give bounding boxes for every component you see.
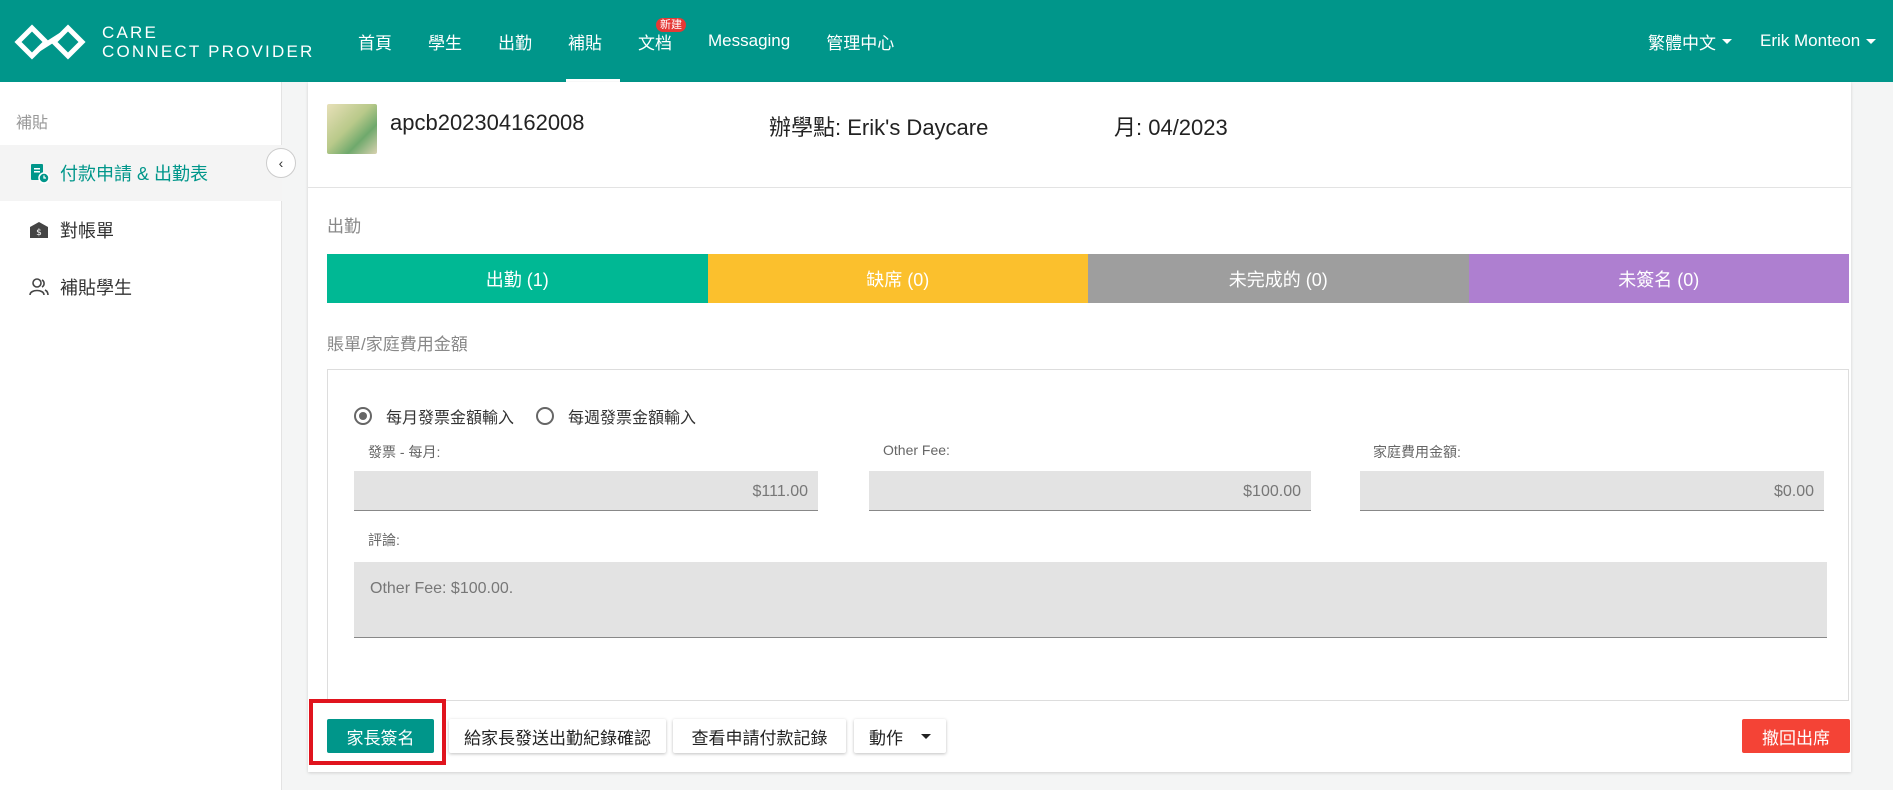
logo-mark-icon <box>14 24 86 60</box>
nav-subsidy-label: 補貼 <box>568 33 602 53</box>
new-badge: 新建 <box>656 18 686 32</box>
nav-admin[interactable]: 管理中心 <box>808 0 912 82</box>
sidebar-item-statements[interactable]: $ 對帳單 <box>0 202 282 258</box>
attendance-incomplete-tab[interactable]: 未完成的 (0) <box>1088 254 1469 303</box>
actions-dropdown-label: 動作 <box>869 728 903 748</box>
attendance-section-label: 出勤 <box>327 217 361 236</box>
comment-label: 評論: <box>368 532 400 548</box>
main-nav: 首頁 學生 出勤 補貼 文档 新建 Messaging 管理中心 <box>340 0 912 82</box>
sidebar-heading: 補貼 <box>16 115 49 132</box>
withdraw-attendance-button[interactable]: 撤回出席 <box>1742 719 1850 753</box>
caret-down-icon <box>1866 38 1877 44</box>
site-name: 辦學點: Erik's Daycare <box>769 115 989 140</box>
family-fee-label: 家庭費用金額: <box>1373 444 1461 460</box>
weekly-radio-label[interactable]: 每週發票金額輸入 <box>568 404 696 428</box>
users-icon <box>29 278 49 296</box>
sidebar: 補貼 付款申請 & 出勤表 $ 對帳單 補貼學生 <box>0 82 282 790</box>
record-month: 月: 04/2023 <box>1114 115 1228 140</box>
family-fee-field[interactable]: $0.00 <box>1360 471 1824 511</box>
clipboard-clock-icon <box>31 164 50 184</box>
attendance-absent-tab[interactable]: 缺席 (0) <box>707 254 1088 303</box>
sidebar-item-payment-requests[interactable]: 付款申請 & 出勤表 <box>0 145 282 201</box>
nav-attendance[interactable]: 出勤 <box>480 0 550 82</box>
sidebar-collapse-button[interactable]: ‹ <box>266 148 296 178</box>
language-label: 繁體中文 <box>1648 33 1716 53</box>
monthly-radio[interactable] <box>354 407 372 425</box>
monthly-radio-label[interactable]: 每月發票金額輸入 <box>386 404 514 428</box>
sidebar-item-label: 對帳單 <box>60 221 114 241</box>
avatar <box>327 104 377 154</box>
user-menu[interactable]: Erik Monteon <box>1760 0 1877 82</box>
user-name: Erik Monteon <box>1760 31 1861 50</box>
attendance-unsigned-tab[interactable]: 未簽名 (0) <box>1468 254 1849 303</box>
caret-down-icon <box>921 733 931 739</box>
invoice-frequency-radio-group: 每月發票金額輸入 每週發票金額輸入 <box>354 404 718 428</box>
view-payment-history-button[interactable]: 查看申請付款記錄 <box>673 719 846 753</box>
invoice-monthly-label: 發票 - 每月: <box>368 444 441 460</box>
nav-admin-label: 管理中心 <box>826 33 895 53</box>
chevron-left-icon: ‹ <box>278 155 284 171</box>
actions-dropdown-button[interactable]: 動作 <box>854 719 946 753</box>
nav-messaging[interactable]: Messaging <box>690 0 808 82</box>
sidebar-item-label: 付款申請 & 出勤表 <box>60 164 209 184</box>
logo[interactable]: CARE CONNECT PROVIDER <box>14 22 314 62</box>
nav-home-label: 首頁 <box>358 33 392 53</box>
nav-attendance-label: 出勤 <box>498 33 532 53</box>
fees-section-label: 賬單/家庭費用金額 <box>327 335 468 354</box>
nav-documents[interactable]: 文档 新建 <box>620 0 690 82</box>
sidebar-item-label: 補貼學生 <box>60 278 132 298</box>
other-fee-field[interactable]: $100.00 <box>869 471 1311 511</box>
attendance-status-bar: 出勤 (1) 缺席 (0) 未完成的 (0) 未簽名 (0) <box>327 254 1849 303</box>
dollar-building-icon: $ <box>30 222 48 238</box>
logo-line-1: CARE <box>102 23 159 42</box>
fees-panel: 每月發票金額輸入 每週發票金額輸入 發票 - 每月: $111.00 Other… <box>327 369 1849 701</box>
case-id: apcb202304162008 <box>390 110 585 135</box>
logo-line-2: CONNECT PROVIDER <box>102 42 315 61</box>
comment-field[interactable]: Other Fee: $100.00. <box>354 562 1827 638</box>
svg-text:$: $ <box>36 228 42 238</box>
record-header: apcb202304162008 辦學點: Erik's Daycare 月: … <box>308 82 1851 188</box>
nav-documents-label: 文档 <box>638 33 672 53</box>
language-dropdown[interactable]: 繁體中文 <box>1648 0 1732 82</box>
nav-home[interactable]: 首頁 <box>340 0 410 82</box>
caret-down-icon <box>1722 38 1732 44</box>
nav-students-label: 學生 <box>428 33 462 53</box>
send-attendance-confirm-button[interactable]: 給家長發送出勤紀錄確認 <box>449 719 666 753</box>
nav-messaging-label: Messaging <box>708 31 791 50</box>
attendance-present-tab[interactable]: 出勤 (1) <box>327 254 708 303</box>
top-navbar: CARE CONNECT PROVIDER 首頁 學生 出勤 補貼 文档 新建 M… <box>0 0 1893 82</box>
weekly-radio[interactable] <box>536 407 555 425</box>
invoice-monthly-field[interactable]: $111.00 <box>354 471 818 511</box>
subsidy-detail-card: apcb202304162008 辦學點: Erik's Daycare 月: … <box>308 82 1851 772</box>
other-fee-label: Other Fee: <box>883 442 950 458</box>
nav-students[interactable]: 學生 <box>410 0 480 82</box>
sidebar-item-subsidy-students[interactable]: 補貼學生 <box>0 259 282 315</box>
logo-text: CARE CONNECT PROVIDER <box>102 23 314 61</box>
parent-sign-button[interactable]: 家長簽名 <box>327 719 434 753</box>
nav-subsidy[interactable]: 補貼 <box>550 0 620 82</box>
